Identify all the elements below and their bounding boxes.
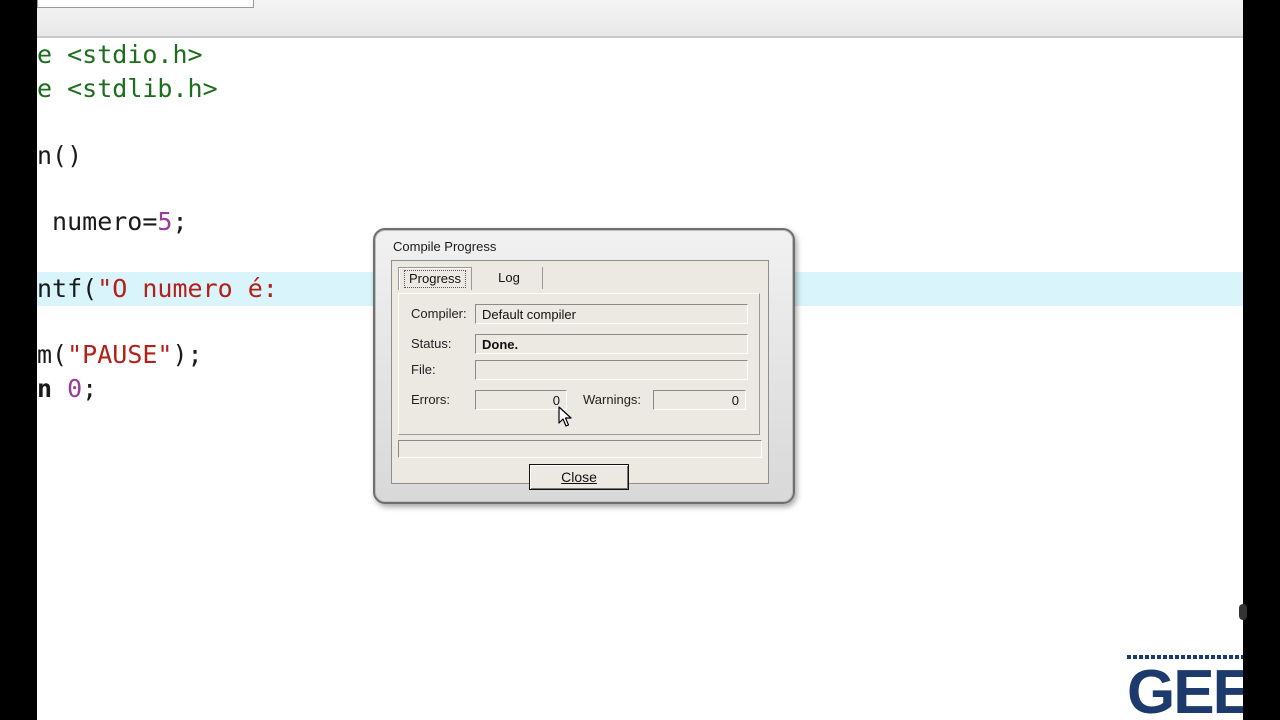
code-token: <stdlib.h> [67, 74, 218, 103]
code-line: e <stdlib.h> [37, 72, 1243, 106]
code-line: e <stdio.h> [37, 38, 1243, 72]
code-token: "O numero é: [97, 274, 278, 303]
code-token: ; [82, 374, 98, 403]
close-button-label: Close [561, 469, 597, 485]
mouse-pointer-icon [558, 406, 572, 427]
logo-text: GEE [1127, 658, 1243, 720]
errors-label: Errors: [411, 392, 450, 407]
code-token: m( [37, 340, 68, 369]
dialog-body: Progress Log Compiler: Default compiler … [391, 260, 769, 490]
code-token: e [37, 40, 68, 69]
code-token: n() [37, 141, 83, 170]
compiler-label: Compiler: [411, 306, 467, 321]
file-label: File: [411, 362, 436, 377]
tab-log[interactable]: Log [476, 267, 543, 289]
code-token: ; [172, 207, 188, 236]
status-label: Status: [411, 336, 452, 351]
code-token: 0 [67, 374, 83, 403]
toolbar [37, 0, 1243, 38]
code-token: e [37, 74, 68, 103]
file-field [475, 360, 748, 380]
code-token: "PAUSE" [67, 340, 173, 369]
logo: GEE [1127, 655, 1243, 720]
progress-panel: Compiler: Default compiler Status: Done.… [398, 293, 760, 435]
compiler-field: Default compiler [475, 304, 748, 324]
close-button[interactable]: Close [529, 464, 629, 490]
errors-field: 0 [475, 390, 567, 410]
code-token: 5 [157, 207, 173, 236]
warnings-field: 0 [653, 390, 746, 410]
status-field: Done. [475, 334, 748, 354]
compile-progress-dialog: Compile Progress Progress Log Compiler: … [373, 228, 795, 504]
code-token: <stdio.h> [67, 40, 203, 69]
warnings-label: Warnings: [583, 392, 642, 407]
code-token: n [37, 374, 68, 403]
compile-progress-bar [398, 440, 762, 458]
scroll-indicator [1239, 604, 1247, 620]
tab-progress[interactable]: Progress [398, 267, 472, 290]
toolbar-field[interactable] [37, 0, 254, 8]
code-line: n() [37, 139, 1243, 173]
dialog-title: Compile Progress [393, 239, 497, 254]
tab-progress-label: Progress [403, 270, 467, 288]
code-token: numero= [37, 207, 158, 236]
code-token: ntf( [37, 274, 98, 303]
code-token: ); [172, 340, 203, 369]
